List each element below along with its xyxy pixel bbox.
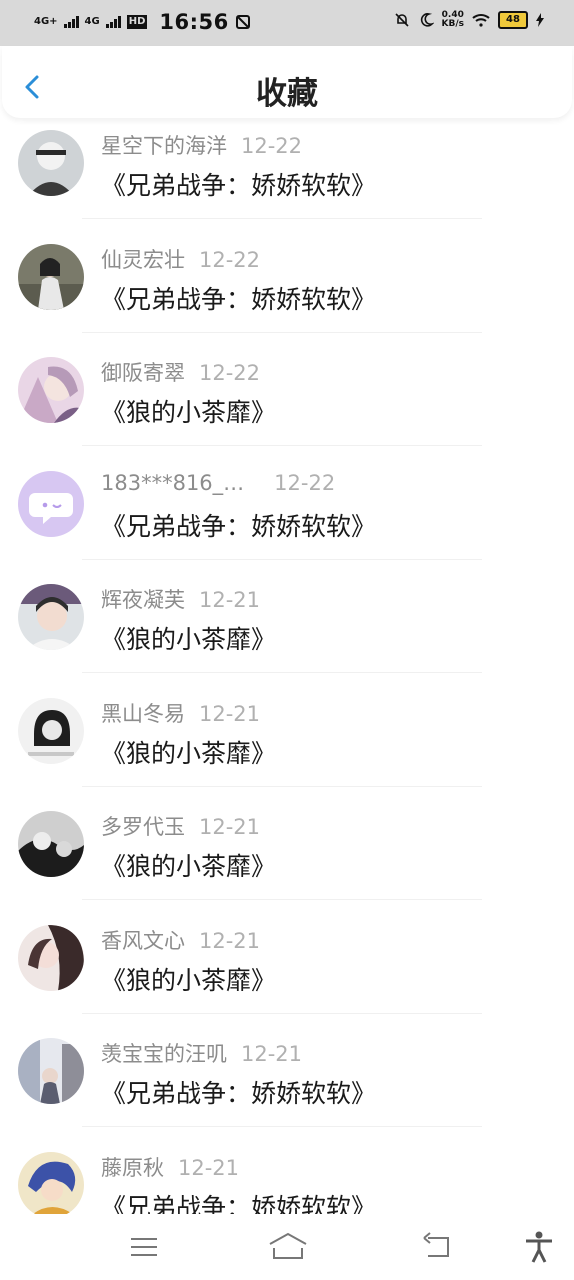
home-icon[interactable]	[268, 1230, 308, 1264]
divider	[82, 1012, 482, 1014]
network-4g: 4G	[84, 16, 100, 27]
list-item[interactable]: 藤原秋 12-21 《兄弟战争：娇娇软软》	[0, 1140, 574, 1215]
moon-icon	[420, 13, 434, 27]
divider	[82, 785, 482, 787]
divider	[82, 1126, 482, 1127]
item-title: 《兄弟战争：娇娇软软》	[101, 1192, 377, 1215]
menu-icon[interactable]	[127, 1230, 161, 1264]
item-title: 《狼的小茶靡》	[101, 965, 277, 995]
username: 183***816_…	[101, 470, 245, 495]
net-speed: 0.40 KB/s	[442, 11, 464, 29]
favorites-list: 星空下的海洋 12-22 《兄弟战争：娇娇软软》 仙灵宏壮 12-22 《兄弟战争：…	[0, 118, 574, 1214]
avatar[interactable]	[18, 130, 84, 196]
avatar[interactable]	[18, 243, 84, 310]
accessibility-icon[interactable]	[522, 1230, 556, 1264]
list-item[interactable]: 多罗代玉 12-21 《狼的小茶靡》	[0, 799, 574, 913]
divider	[82, 331, 482, 333]
mute-bell-icon	[394, 13, 409, 27]
date: 12-21	[199, 928, 261, 953]
item-title: 《狼的小茶靡》	[101, 625, 277, 654]
list-item[interactable]: 黑山冬易 12-21 《狼的小茶靡》	[0, 686, 574, 800]
avatar[interactable]	[18, 584, 84, 650]
item-title: 《兄弟战争：娇娇软软》	[101, 284, 377, 314]
divider	[82, 445, 482, 446]
list-item[interactable]: 羡宝宝的汪叽 12-21 《兄弟战争：娇娇软软》	[0, 1026, 574, 1140]
username: 辉夜凝芙	[101, 588, 185, 612]
date: 12-22	[199, 247, 261, 272]
divider	[82, 672, 482, 673]
avatar-default-icon[interactable]	[18, 470, 84, 537]
avatar[interactable]	[18, 1151, 84, 1214]
date: 12-22	[241, 134, 303, 158]
username: 星空下的海洋	[101, 134, 227, 158]
avatar[interactable]	[18, 697, 84, 764]
list-item[interactable]: 183***816_… 12-22 《兄弟战争：娇娇软软》	[0, 459, 574, 573]
divider	[82, 218, 482, 219]
date: 12-21	[199, 815, 261, 839]
net-speed-unit: KB/s	[441, 19, 464, 29]
username: 羡宝宝的汪叽	[101, 1042, 227, 1066]
item-title: 《狼的小茶靡》	[101, 852, 277, 881]
back-arrow-icon[interactable]	[420, 1230, 454, 1264]
list-item[interactable]: 星空下的海洋 12-22 《兄弟战争：娇娇软软》	[0, 118, 574, 232]
username: 御阪寄翠	[101, 361, 185, 385]
username: 多罗代玉	[101, 815, 185, 839]
username: 藤原秋	[101, 1155, 164, 1180]
list-item[interactable]: 仙灵宏壮 12-22 《兄弟战争：娇娇软软》	[0, 232, 574, 346]
app-header: 收藏	[2, 46, 572, 118]
username: 仙灵宏壮	[101, 247, 185, 272]
divider	[82, 899, 482, 900]
system-nav-bar	[0, 1214, 574, 1280]
username: 香风文心	[101, 928, 185, 953]
item-title: 《狼的小茶靡》	[101, 398, 277, 427]
avatar[interactable]	[18, 1038, 84, 1104]
date: 12-22	[274, 470, 336, 495]
divider	[82, 558, 482, 560]
page-title: 收藏	[256, 76, 318, 112]
item-title: 《狼的小茶靡》	[101, 738, 277, 768]
date: 12-21	[241, 1042, 303, 1066]
status-bar: 4G+ 4G HD 16:56 0.40 KB/s 48	[0, 0, 574, 46]
signal-icon-2	[105, 16, 121, 28]
item-title: 《兄弟战争：娇娇软软》	[101, 1079, 377, 1108]
wifi-icon	[472, 14, 490, 27]
avatar[interactable]	[18, 811, 84, 877]
date: 12-22	[199, 361, 261, 385]
username: 黑山冬易	[101, 701, 185, 726]
list-item[interactable]: 御阪寄翠 12-22 《狼的小茶靡》	[0, 345, 574, 459]
signal-icon	[63, 16, 79, 28]
screenshot-icon	[235, 15, 250, 29]
avatar[interactable]	[18, 357, 84, 423]
item-title: 《兄弟战争：娇娇软软》	[101, 511, 377, 541]
network-4g-plus: 4G+	[34, 16, 58, 27]
date: 12-21	[199, 588, 261, 612]
battery-icon: 48	[498, 11, 528, 29]
avatar[interactable]	[18, 924, 84, 991]
date: 12-21	[178, 1155, 240, 1180]
item-title: 《兄弟战争：娇娇软软》	[101, 171, 377, 200]
hd-badge: HD	[126, 15, 148, 29]
list-item[interactable]: 香风文心 12-21 《狼的小茶靡》	[0, 913, 574, 1027]
list-item[interactable]: 辉夜凝芙 12-21 《狼的小茶靡》	[0, 572, 574, 686]
charging-icon	[536, 13, 544, 27]
clock: 16:56	[159, 10, 229, 34]
date: 12-21	[199, 701, 261, 726]
